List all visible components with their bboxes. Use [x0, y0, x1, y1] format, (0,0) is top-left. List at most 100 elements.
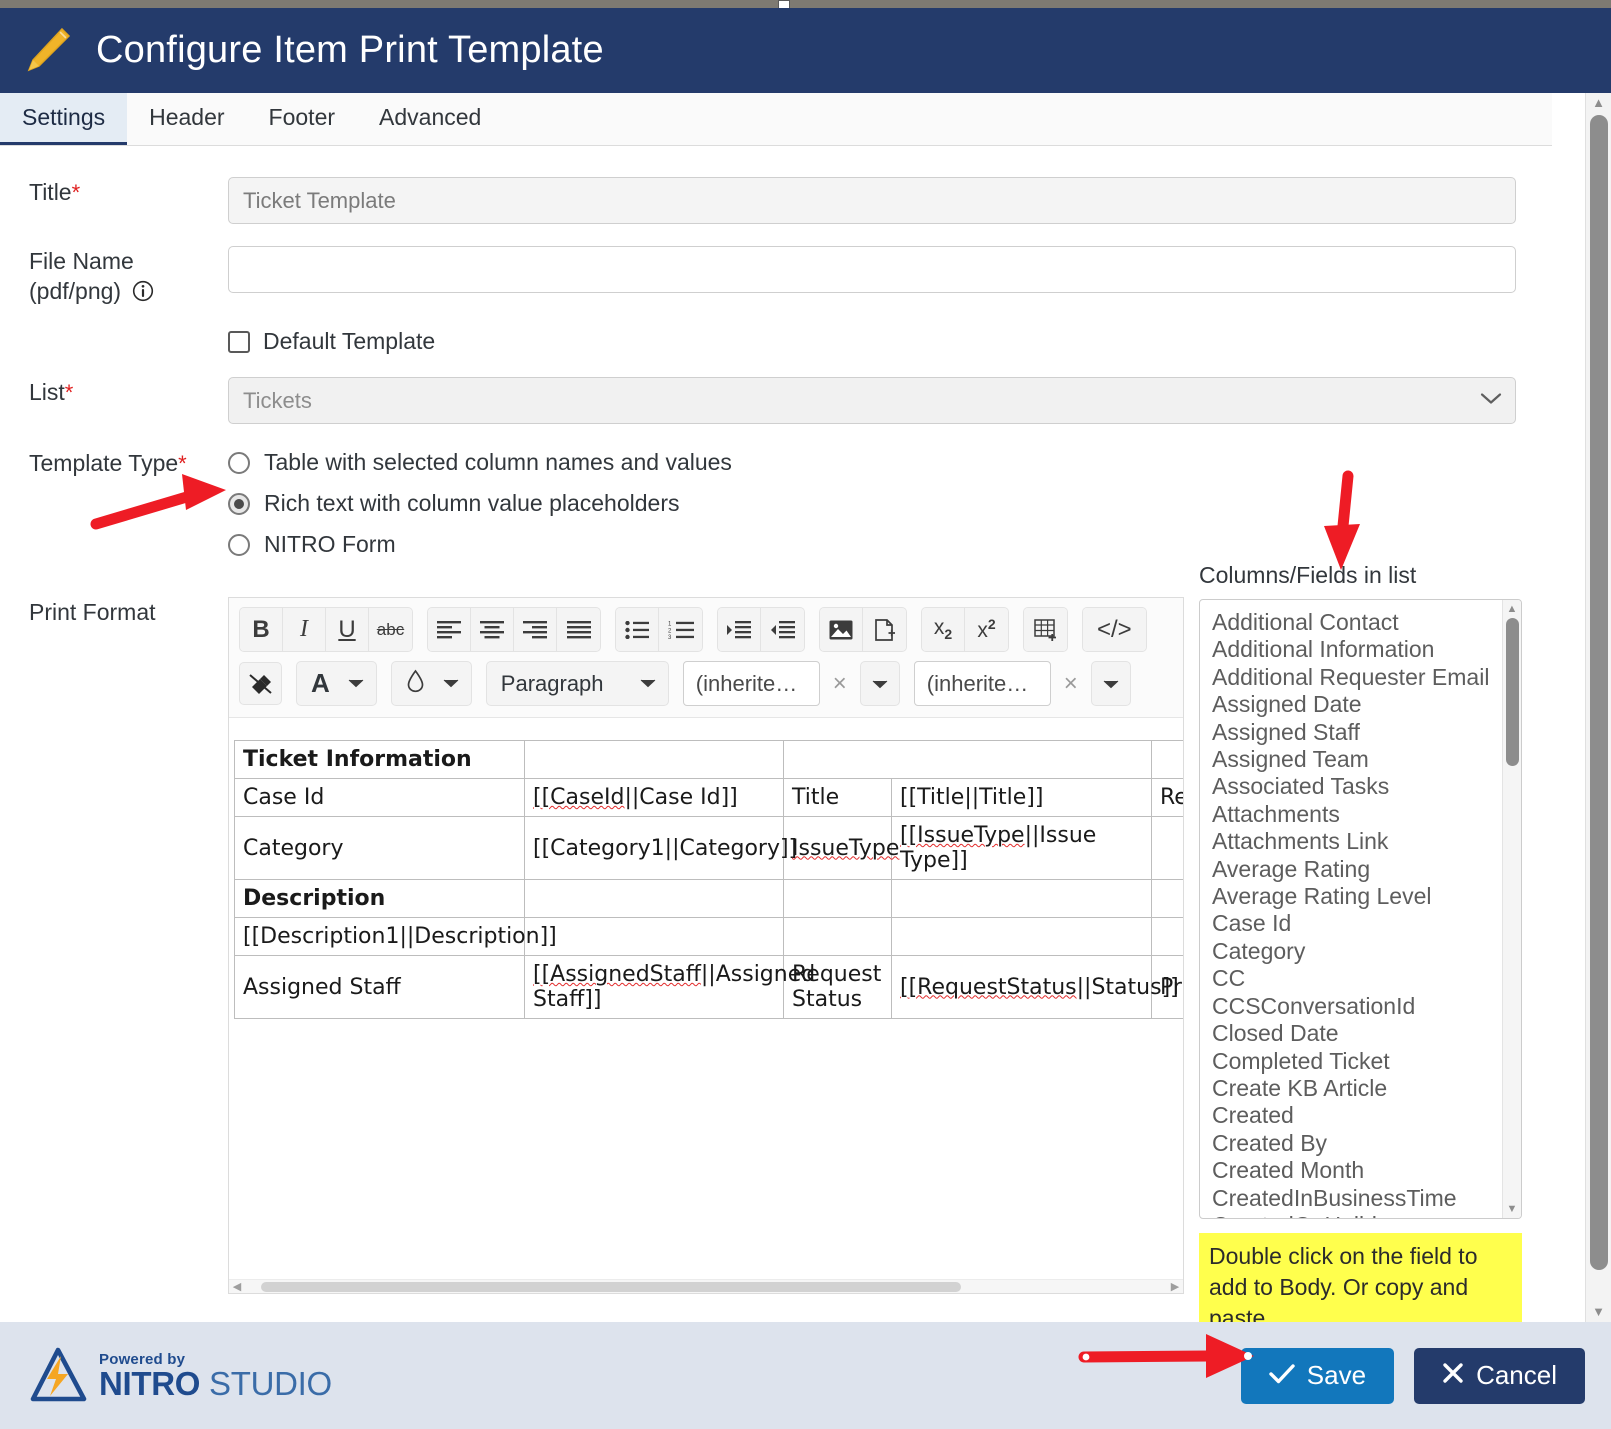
align-center-icon[interactable]: [471, 608, 514, 651]
bold-button[interactable]: B: [240, 608, 283, 651]
tab-footer[interactable]: Footer: [247, 93, 357, 145]
page-scroll-track[interactable]: [1586, 109, 1611, 1306]
title-input[interactable]: [228, 177, 1516, 224]
radio-table-columns[interactable]: [228, 451, 250, 474]
font-size-dropdown-arrow[interactable]: [1090, 661, 1131, 706]
italic-button[interactable]: I: [283, 608, 326, 651]
scroll-down-icon[interactable]: ▼: [1592, 1305, 1605, 1318]
list-item[interactable]: Attachments: [1212, 801, 1502, 828]
page-vertical-scrollbar[interactable]: ▲ ▼: [1585, 93, 1611, 1322]
strikethrough-button[interactable]: abc: [369, 608, 412, 651]
bullet-list-icon[interactable]: [616, 608, 659, 651]
list-item[interactable]: Average Rating: [1212, 856, 1502, 883]
radio-nitro-form[interactable]: [228, 533, 250, 556]
indent-icon[interactable]: [718, 608, 761, 651]
scroll-down-icon[interactable]: ▼: [1507, 1204, 1518, 1215]
fields-list-scrollbar[interactable]: ▲ ▼: [1502, 600, 1521, 1218]
template-type-option-nitroform[interactable]: NITRO Form: [228, 531, 1516, 558]
default-template-checkbox-row[interactable]: Default Template: [228, 328, 1516, 355]
info-icon[interactable]: [132, 280, 154, 302]
list-select-wrap[interactable]: Tickets: [228, 377, 1516, 424]
cell-title-value: [[Title||Title]]: [891, 778, 1152, 817]
table-plus-icon[interactable]: [1024, 608, 1067, 651]
superscript-button[interactable]: x2: [965, 608, 1008, 651]
underline-button[interactable]: U: [326, 608, 369, 651]
list-item[interactable]: CCSConversationId: [1212, 993, 1502, 1020]
paragraph-style-dropdown[interactable]: Paragraph: [485, 661, 669, 706]
align-left-icon[interactable]: [428, 608, 471, 651]
radio-rich-text[interactable]: [228, 492, 250, 515]
list-item[interactable]: Associated Tasks: [1212, 773, 1502, 800]
list-select[interactable]: Tickets: [228, 377, 1516, 424]
template-type-option-richtext[interactable]: Rich text with column value placeholders: [228, 490, 1516, 517]
cell-empty: [524, 879, 784, 918]
align-justify-icon[interactable]: [557, 608, 600, 651]
list-item[interactable]: CreatedInBusinessTime: [1212, 1185, 1502, 1212]
list-item[interactable]: Created: [1212, 1102, 1502, 1129]
list-item[interactable]: Additional Information: [1212, 636, 1502, 663]
font-family-value[interactable]: (inherite…: [682, 661, 820, 706]
cell-empty: [1151, 816, 1183, 880]
align-right-icon[interactable]: [514, 608, 557, 651]
list-item[interactable]: Created By: [1212, 1130, 1502, 1157]
list-item[interactable]: Assigned Staff: [1212, 719, 1502, 746]
list-item[interactable]: Additional Requester Email: [1212, 664, 1502, 691]
list-item[interactable]: Completed Ticket: [1212, 1048, 1502, 1075]
chevron-down-icon: [439, 675, 471, 693]
editor-hscroll-thumb[interactable]: [261, 1281, 961, 1292]
page-scroll-thumb[interactable]: [1590, 115, 1608, 1270]
columns-fields-listbox[interactable]: Additional Contact Additional Informatio…: [1199, 599, 1522, 1219]
font-family-dropdown-arrow[interactable]: [859, 661, 900, 706]
tab-settings[interactable]: Settings: [0, 93, 128, 145]
table-row: Category [[Category1||Category]] IssueTy…: [234, 816, 1183, 880]
numbered-list-icon[interactable]: 123: [659, 608, 702, 651]
default-template-checkbox[interactable]: [228, 330, 250, 353]
file-plus-icon[interactable]: [863, 608, 906, 651]
list-item[interactable]: Closed Date: [1212, 1020, 1502, 1047]
file-name-label-line2: (pdf/png): [29, 278, 122, 304]
cancel-button[interactable]: Cancel: [1414, 1347, 1585, 1404]
editor-content-area[interactable]: Ticket Information Case Id [[CaseId||Cas…: [229, 718, 1183, 1293]
list-item[interactable]: Category: [1212, 938, 1502, 965]
window-title-bar: Configure Item Print Template: [0, 8, 1611, 93]
font-size-clear-icon[interactable]: ×: [1050, 661, 1091, 706]
list-item[interactable]: Average Rating Level: [1212, 883, 1502, 910]
cell-ticket-information: Ticket Information: [234, 740, 525, 779]
source-code-button[interactable]: </>: [1083, 608, 1146, 651]
list-item[interactable]: Assigned Team: [1212, 746, 1502, 773]
scroll-up-icon[interactable]: ▲: [1592, 96, 1605, 109]
file-name-input[interactable]: [228, 246, 1516, 293]
text-color-dropdown[interactable]: A: [296, 661, 377, 706]
highlight-color-dropdown[interactable]: [390, 661, 472, 706]
scroll-right-icon[interactable]: ▶: [1167, 1280, 1183, 1293]
list-item[interactable]: Additional Contact: [1212, 609, 1502, 636]
scroll-left-icon[interactable]: ◀: [229, 1280, 245, 1293]
save-button[interactable]: Save: [1240, 1347, 1395, 1404]
subscript-button[interactable]: x2: [922, 608, 965, 651]
fields-scroll-thumb[interactable]: [1506, 618, 1519, 766]
font-size-value[interactable]: (inherite…: [913, 661, 1051, 706]
list-item[interactable]: Create KB Article: [1212, 1075, 1502, 1102]
template-document-table[interactable]: Ticket Information Case Id [[CaseId||Cas…: [234, 740, 1183, 1019]
outdent-icon[interactable]: [761, 608, 804, 651]
clear-formatting-icon[interactable]: [239, 662, 282, 705]
font-family-clear-icon[interactable]: ×: [819, 661, 860, 706]
list-item[interactable]: CC: [1212, 965, 1502, 992]
title-label: Title*: [29, 179, 81, 205]
cell-empty: [783, 740, 1152, 779]
list-item[interactable]: Attachments Link: [1212, 828, 1502, 855]
cell-empty: [783, 917, 892, 956]
scroll-up-icon[interactable]: ▲: [1507, 604, 1518, 615]
list-item[interactable]: Assigned Date: [1212, 691, 1502, 718]
editor-horizontal-scrollbar[interactable]: ◀ ▶: [229, 1279, 1183, 1293]
list-item[interactable]: Case Id: [1212, 910, 1502, 937]
fields-scroll-track[interactable]: [1503, 614, 1521, 1204]
image-icon[interactable]: [820, 608, 863, 651]
list-item[interactable]: CreatedOnHoliday: [1212, 1212, 1502, 1218]
page-title: Configure Item Print Template: [96, 29, 604, 71]
template-type-option-table[interactable]: Table with selected column names and val…: [228, 449, 1516, 476]
list-item[interactable]: Created Month: [1212, 1157, 1502, 1184]
tab-advanced[interactable]: Advanced: [357, 93, 503, 145]
table-group: [1023, 607, 1068, 652]
tab-header[interactable]: Header: [127, 93, 246, 145]
